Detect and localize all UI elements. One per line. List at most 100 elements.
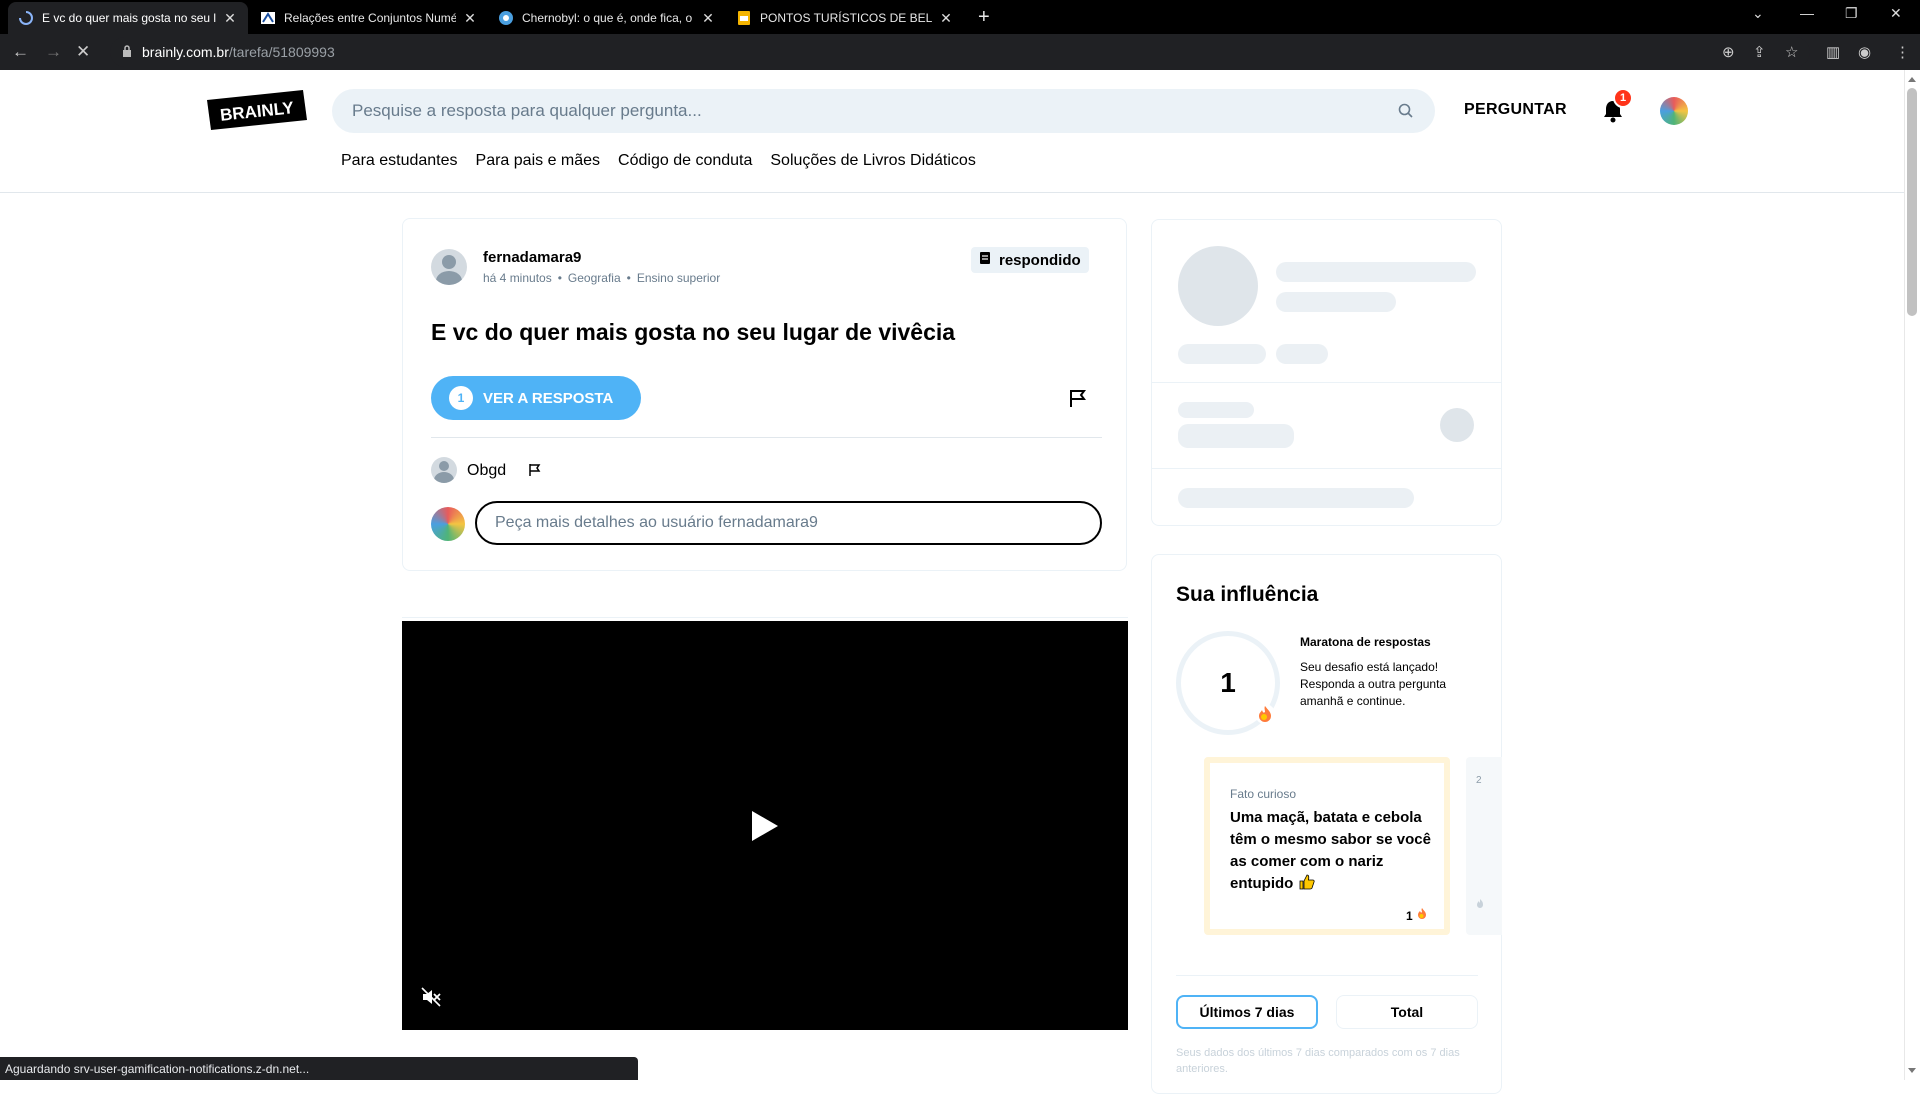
side-panel-icon[interactable]: ▥ [1826,43,1840,61]
fire-icon [1474,897,1486,915]
video-player[interactable] [402,621,1128,1030]
comment-author-avatar[interactable] [431,457,457,483]
meta-separator: • [626,271,631,285]
url-path: /tarefa/51809993 [228,44,335,60]
browser-tab-strip: E vc do quer mais gosta no seu l ✕ Relaç… [0,0,1920,34]
close-tab-icon[interactable]: ✕ [938,10,954,27]
address-bar[interactable]: brainly.com.br/tarefa/51809993 [110,37,1810,67]
stop-icon[interactable]: ✕ [76,42,90,62]
tab-title: PONTOS TURÍSTICOS DE BELÉM: [760,11,932,25]
scroll-up-arrow-icon[interactable] [1908,77,1916,82]
influence-note: Seus dados dos últimos 7 dias comparados… [1176,1047,1460,1075]
search-icon[interactable] [1397,102,1415,120]
zoom-icon[interactable]: ⊕ [1722,43,1735,61]
last-7-days-toggle[interactable]: Últimos 7 dias [1176,995,1318,1029]
url-host: brainly.com.br [142,44,229,60]
report-flag-icon[interactable] [1067,387,1089,409]
menu-icon[interactable]: ⋮ [1895,43,1910,61]
scroll-down-arrow-icon[interactable] [1908,1068,1916,1073]
influence-divider [1176,975,1478,976]
header-divider [0,192,1904,193]
see-answer-button[interactable]: 1 VER A RESPOSTA [431,376,641,420]
search-bar[interactable] [332,89,1435,133]
nav-link-parents[interactable]: Para pais e mães [476,152,601,170]
close-tab-icon[interactable]: ✕ [700,10,716,27]
meta-separator: • [557,271,562,285]
browser-tab[interactable]: Chernobyl: o que é, onde fica, o ✕ [488,2,726,34]
next-fact-number: 2 [1476,775,1482,786]
answered-label: respondido [999,251,1081,269]
fun-fact-card[interactable]: Fato curioso Uma maçã, batata e cebola t… [1204,757,1450,935]
skeleton-line [1178,344,1266,364]
question-level: Ensino superior [636,271,721,285]
thumbs-up-icon [1298,874,1316,892]
skeleton-line [1276,344,1328,364]
slides-favicon-icon [736,10,752,26]
nav-link-students[interactable]: Para estudantes [341,152,458,170]
browser-tab[interactable]: E vc do quer mais gosta no seu l ✕ [8,2,248,34]
answered-badge: respondido [971,247,1089,273]
fun-fact-label: Fato curioso [1230,787,1297,801]
nav-link-code-of-conduct[interactable]: Código de conduta [618,152,752,170]
comment-text: Obgd [467,462,507,479]
fun-fact-count: 1 [1406,907,1429,924]
restore-button[interactable]: ❐ [1845,5,1858,22]
answer-count: 1 [449,386,473,410]
answered-icon [979,251,991,269]
new-tab-button[interactable]: + [978,6,990,29]
fire-icon [1415,907,1429,924]
search-input[interactable] [352,101,1397,121]
author-avatar[interactable] [431,249,467,285]
tab-search-icon[interactable]: ⌄ [1752,5,1764,22]
question-meta: há 4 minutos • Geografia • Ensino superi… [483,271,720,285]
fun-fact-count-value: 1 [1406,908,1413,923]
question-subject[interactable]: Geografia [568,271,621,285]
browser-toolbar: ← → ✕ brainly.com.br/tarefa/51809993 ⊕ ⇪… [0,34,1920,70]
total-toggle[interactable]: Total [1336,995,1478,1029]
user-avatar[interactable] [1660,97,1688,125]
skeleton-line [1178,402,1254,418]
share-icon[interactable]: ⇪ [1753,43,1766,61]
notification-count-badge: 1 [1613,88,1633,108]
browser-tab[interactable]: PONTOS TURÍSTICOS DE BELÉM: ✕ [726,2,964,34]
site-favicon-icon [498,10,514,26]
current-user-avatar [431,507,465,541]
author-name[interactable]: fernadamara9 [483,249,581,266]
comment-input[interactable] [475,501,1102,545]
next-fact-card-peek[interactable]: 2 [1466,757,1502,935]
play-icon[interactable] [752,811,778,841]
ask-question-button[interactable]: PERGUNTAR [1464,101,1567,119]
skeleton-avatar [1178,246,1258,326]
close-tab-icon[interactable]: ✕ [222,10,238,27]
fun-fact-body: Uma maçã, batata e cebola têm o mesmo sa… [1230,809,1431,892]
loading-profile-card [1151,219,1502,526]
fun-fact-text: Uma maçã, batata e cebola têm o mesmo sa… [1230,807,1440,895]
video-divider [402,617,1128,618]
forward-icon[interactable]: → [45,42,62,62]
nav-link-textbook-solutions[interactable]: Soluções de Livros Didáticos [770,152,975,170]
back-icon[interactable]: ← [12,42,29,62]
minimize-button[interactable]: — [1800,5,1814,21]
marathon-description: Seu desafio está lançado! Responda a out… [1300,660,1447,708]
skeleton-line [1178,424,1294,448]
loading-spinner-icon [18,10,34,26]
profile-icon[interactable]: ◉ [1858,43,1871,61]
question-card: fernadamara9 há 4 minutos • Geografia • … [402,218,1127,571]
scrollbar-thumb[interactable] [1907,88,1917,316]
browser-status-bar: Aguardando srv-user-gamification-notific… [0,1057,638,1080]
streak-count: 1 [1220,667,1236,698]
close-tab-icon[interactable]: ✕ [462,10,478,27]
tab-title: E vc do quer mais gosta no seu l [42,11,216,25]
muted-speaker-icon[interactable] [420,986,442,1008]
see-answer-label: VER A RESPOSTA [483,389,614,407]
brainly-logo[interactable]: BRAINLY [207,90,307,130]
skeleton-line [1276,262,1476,282]
close-window-button[interactable]: ✕ [1890,5,1902,22]
browser-tab[interactable]: Relações entre Conjuntos Numé ✕ [250,2,488,34]
tab-title: Chernobyl: o que é, onde fica, o [522,11,693,25]
skeleton-line [1276,292,1396,312]
report-comment-flag-icon[interactable] [527,462,543,478]
marathon-title: Maratona de respostas [1300,635,1431,649]
question-title: E vc do quer mais gosta no seu lugar de … [431,319,956,345]
bookmark-star-icon[interactable]: ☆ [1785,43,1798,61]
